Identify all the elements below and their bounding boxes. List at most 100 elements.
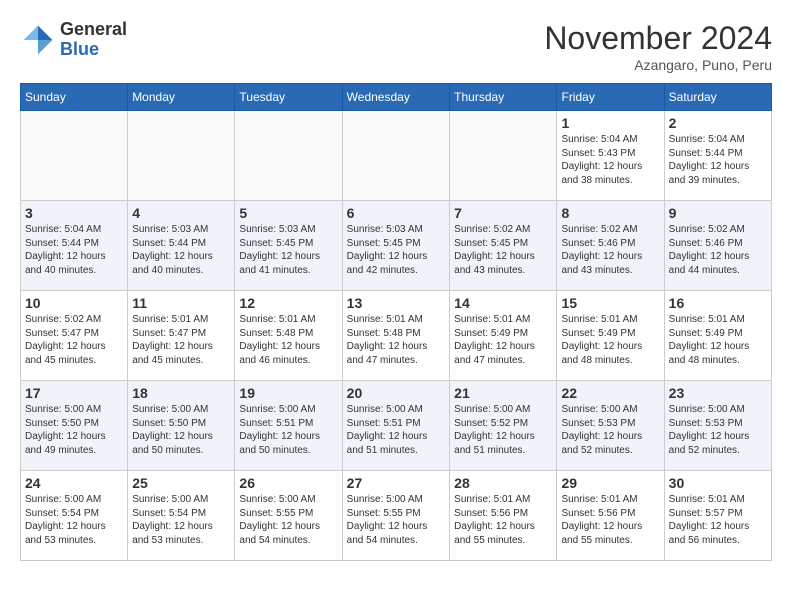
day-info: Sunrise: 5:00 AM Sunset: 5:55 PM Dayligh… [239, 493, 337, 547]
calendar-header: SundayMondayTuesdayWednesdayThursdayFrid… [21, 84, 772, 111]
day-info: Sunrise: 5:00 AM Sunset: 5:51 PM Dayligh… [347, 403, 446, 457]
calendar-cell: 21 Sunrise: 5:00 AM Sunset: 5:52 PM Dayli… [450, 381, 557, 471]
day-number: 18 [132, 385, 230, 401]
day-info: Sunrise: 5:00 AM Sunset: 5:50 PM Dayligh… [25, 403, 123, 457]
day-number: 9 [669, 205, 767, 221]
title-block: November 2024 Azangaro, Puno, Peru [544, 20, 772, 73]
day-number: 6 [347, 205, 446, 221]
header-row: SundayMondayTuesdayWednesdayThursdayFrid… [21, 84, 772, 111]
page-header: General Blue November 2024 Azangaro, Pun… [20, 20, 772, 73]
day-info: Sunrise: 5:01 AM Sunset: 5:47 PM Dayligh… [132, 313, 230, 367]
day-info: Sunrise: 5:02 AM Sunset: 5:46 PM Dayligh… [561, 223, 659, 277]
day-number: 20 [347, 385, 446, 401]
day-info: Sunrise: 5:03 AM Sunset: 5:45 PM Dayligh… [239, 223, 337, 277]
week-row-2: 3 Sunrise: 5:04 AM Sunset: 5:44 PM Daylig… [21, 201, 772, 291]
day-info: Sunrise: 5:04 AM Sunset: 5:43 PM Dayligh… [561, 133, 659, 187]
calendar-cell: 27 Sunrise: 5:00 AM Sunset: 5:55 PM Dayli… [342, 471, 450, 561]
day-info: Sunrise: 5:01 AM Sunset: 5:49 PM Dayligh… [669, 313, 767, 367]
day-number: 28 [454, 475, 552, 491]
day-number: 15 [561, 295, 659, 311]
calendar-cell: 8 Sunrise: 5:02 AM Sunset: 5:46 PM Daylig… [557, 201, 664, 291]
day-number: 3 [25, 205, 123, 221]
day-number: 24 [25, 475, 123, 491]
day-info: Sunrise: 5:01 AM Sunset: 5:48 PM Dayligh… [347, 313, 446, 367]
day-info: Sunrise: 5:02 AM Sunset: 5:46 PM Dayligh… [669, 223, 767, 277]
calendar-cell [21, 111, 128, 201]
month-title: November 2024 [544, 20, 772, 57]
day-number: 25 [132, 475, 230, 491]
day-number: 8 [561, 205, 659, 221]
calendar-cell: 23Sunrise: 5:00 AM Sunset: 5:53 PM Dayli… [664, 381, 771, 471]
day-number: 4 [132, 205, 230, 221]
calendar-cell [342, 111, 450, 201]
day-number: 30 [669, 475, 767, 491]
day-info: Sunrise: 5:02 AM Sunset: 5:47 PM Dayligh… [25, 313, 123, 367]
day-info: Sunrise: 5:00 AM Sunset: 5:52 PM Dayligh… [454, 403, 552, 457]
day-info: Sunrise: 5:01 AM Sunset: 5:49 PM Dayligh… [454, 313, 552, 367]
calendar-cell [128, 111, 235, 201]
day-number: 22 [561, 385, 659, 401]
day-info: Sunrise: 5:03 AM Sunset: 5:44 PM Dayligh… [132, 223, 230, 277]
day-number: 16 [669, 295, 767, 311]
day-number: 1 [561, 115, 659, 131]
logo: General Blue [20, 20, 127, 60]
day-info: Sunrise: 5:01 AM Sunset: 5:56 PM Dayligh… [454, 493, 552, 547]
calendar-cell: 5 Sunrise: 5:03 AM Sunset: 5:45 PM Daylig… [235, 201, 342, 291]
header-wednesday: Wednesday [342, 84, 450, 111]
header-monday: Monday [128, 84, 235, 111]
day-number: 5 [239, 205, 337, 221]
calendar-cell: 15 Sunrise: 5:01 AM Sunset: 5:49 PM Dayli… [557, 291, 664, 381]
day-number: 17 [25, 385, 123, 401]
day-number: 19 [239, 385, 337, 401]
calendar-cell: 4 Sunrise: 5:03 AM Sunset: 5:44 PM Daylig… [128, 201, 235, 291]
day-info: Sunrise: 5:03 AM Sunset: 5:45 PM Dayligh… [347, 223, 446, 277]
calendar-cell: 24 Sunrise: 5:00 AM Sunset: 5:54 PM Dayli… [21, 471, 128, 561]
calendar-cell: 1 Sunrise: 5:04 AM Sunset: 5:43 PM Daylig… [557, 111, 664, 201]
day-number: 13 [347, 295, 446, 311]
header-saturday: Saturday [664, 84, 771, 111]
day-info: Sunrise: 5:00 AM Sunset: 5:53 PM Dayligh… [561, 403, 659, 457]
day-info: Sunrise: 5:01 AM Sunset: 5:57 PM Dayligh… [669, 493, 767, 547]
day-info: Sunrise: 5:04 AM Sunset: 5:44 PM Dayligh… [25, 223, 123, 277]
day-number: 14 [454, 295, 552, 311]
header-friday: Friday [557, 84, 664, 111]
calendar-body: 1 Sunrise: 5:04 AM Sunset: 5:43 PM Daylig… [21, 111, 772, 561]
calendar-cell: 13 Sunrise: 5:01 AM Sunset: 5:48 PM Dayli… [342, 291, 450, 381]
week-row-5: 24 Sunrise: 5:00 AM Sunset: 5:54 PM Dayli… [21, 471, 772, 561]
day-info: Sunrise: 5:04 AM Sunset: 5:44 PM Dayligh… [669, 133, 767, 187]
calendar-cell: 3 Sunrise: 5:04 AM Sunset: 5:44 PM Daylig… [21, 201, 128, 291]
calendar-cell: 6 Sunrise: 5:03 AM Sunset: 5:45 PM Daylig… [342, 201, 450, 291]
calendar-cell: 25 Sunrise: 5:00 AM Sunset: 5:54 PM Dayli… [128, 471, 235, 561]
calendar-cell: 9 Sunrise: 5:02 AM Sunset: 5:46 PM Daylig… [664, 201, 771, 291]
logo-text: General Blue [60, 20, 127, 60]
day-info: Sunrise: 5:00 AM Sunset: 5:55 PM Dayligh… [347, 493, 446, 547]
day-number: 12 [239, 295, 337, 311]
week-row-1: 1 Sunrise: 5:04 AM Sunset: 5:43 PM Daylig… [21, 111, 772, 201]
day-info: Sunrise: 5:01 AM Sunset: 5:48 PM Dayligh… [239, 313, 337, 367]
calendar-cell: 12 Sunrise: 5:01 AM Sunset: 5:48 PM Dayli… [235, 291, 342, 381]
calendar-cell: 30 Sunrise: 5:01 AM Sunset: 5:57 PM Dayli… [664, 471, 771, 561]
day-number: 21 [454, 385, 552, 401]
calendar-cell: 17 Sunrise: 5:00 AM Sunset: 5:50 PM Dayli… [21, 381, 128, 471]
day-number: 27 [347, 475, 446, 491]
week-row-3: 10 Sunrise: 5:02 AM Sunset: 5:47 PM Dayli… [21, 291, 772, 381]
calendar-cell [235, 111, 342, 201]
calendar-cell: 26 Sunrise: 5:00 AM Sunset: 5:55 PM Dayli… [235, 471, 342, 561]
calendar-cell: 29Sunrise: 5:01 AM Sunset: 5:56 PM Dayli… [557, 471, 664, 561]
day-number: 29 [561, 475, 659, 491]
day-number: 23 [669, 385, 767, 401]
calendar-cell: 18 Sunrise: 5:00 AM Sunset: 5:50 PM Dayli… [128, 381, 235, 471]
day-number: 7 [454, 205, 552, 221]
day-info: Sunrise: 5:01 AM Sunset: 5:49 PM Dayligh… [561, 313, 659, 367]
calendar-cell: 20 Sunrise: 5:00 AM Sunset: 5:51 PM Dayli… [342, 381, 450, 471]
day-info: Sunrise: 5:00 AM Sunset: 5:50 PM Dayligh… [132, 403, 230, 457]
day-info: Sunrise: 5:00 AM Sunset: 5:54 PM Dayligh… [25, 493, 123, 547]
location: Azangaro, Puno, Peru [544, 57, 772, 73]
day-info: Sunrise: 5:00 AM Sunset: 5:54 PM Dayligh… [132, 493, 230, 547]
calendar-cell: 22 Sunrise: 5:00 AM Sunset: 5:53 PM Dayli… [557, 381, 664, 471]
calendar-cell: 2Sunrise: 5:04 AM Sunset: 5:44 PM Daylig… [664, 111, 771, 201]
day-number: 26 [239, 475, 337, 491]
day-number: 10 [25, 295, 123, 311]
calendar-cell: 16 Sunrise: 5:01 AM Sunset: 5:49 PM Dayli… [664, 291, 771, 381]
header-tuesday: Tuesday [235, 84, 342, 111]
